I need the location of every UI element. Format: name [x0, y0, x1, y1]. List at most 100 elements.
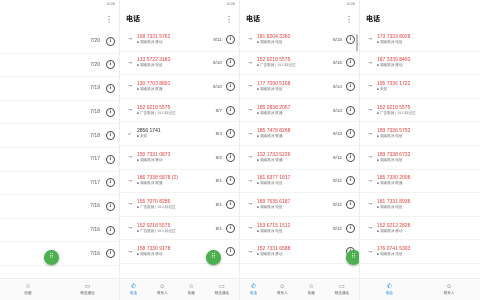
call-row[interactable]: ↝ 181 5377 1817 ■ 湖南株洲 电信 8/12 i [240, 170, 359, 194]
phone-icon: ✆ [251, 283, 257, 290]
tab-favorites[interactable]: ☆ 收藏 [188, 284, 195, 296]
info-icon[interactable]: i [226, 223, 235, 233]
info-icon[interactable]: i [346, 152, 355, 162]
dialpad-button[interactable]: ⠿ [346, 250, 359, 265]
tab-favorites[interactable]: ☆ 收藏 [24, 284, 31, 296]
call-row[interactable]: ↝ 189 7535 6187 ■ 湖南株洲 电信 8/12 i [240, 193, 359, 217]
call-row[interactable]: 7/17 i [0, 172, 119, 196]
call-row[interactable]: ↝ 152 9218 5575 ■ 广告推销 | 15人标记过 8/15 i [240, 52, 359, 76]
info-icon[interactable]: i [346, 34, 355, 44]
call-row[interactable]: 7/20 i [0, 54, 119, 78]
dialpad-button[interactable]: ⠿ [206, 250, 221, 265]
call-row[interactable]: ↝ 155 7076 8286 ■ 广告推销 | 15人标记过 8/1 i [120, 193, 239, 217]
call-row[interactable]: ↝ 176 0741 5303 ■ 湖南株洲 电信 [360, 240, 480, 264]
call-row[interactable]: ↝ 153 6715 1512 ■ 湖南株洲 电信 8/12 i [240, 217, 359, 241]
call-row[interactable]: ↝ 152 9212 2828 ■ 湖南株洲 移动 [360, 217, 480, 241]
info-icon[interactable]: i [346, 223, 355, 233]
bottom-nav: ✆ 电话 ☺ 联系人 ☆ 收藏 ▭ 畅连通话 [240, 278, 359, 300]
tab-contacts[interactable]: ☺ 联系人 [444, 284, 455, 296]
call-row[interactable]: ↝ 185 7330 2008 ■ 湖南株洲 联通 [360, 170, 480, 194]
call-list: 7/20 i 7/20 i 7/19 i 7/18 i 7/18 i 7/17 i 7/17… [0, 30, 119, 276]
info-icon[interactable]: i [346, 129, 355, 139]
info-icon[interactable]: i [106, 154, 115, 164]
tab-phone[interactable]: ✆ 电话 [130, 284, 137, 296]
missed-call-icon: ↝ [247, 154, 253, 161]
tab-video-call[interactable]: ▭ 畅连通话 [80, 284, 94, 296]
info-icon[interactable]: i [346, 81, 355, 91]
info-icon[interactable]: i [106, 249, 115, 259]
tab-phone[interactable]: ✆ 电话 [250, 284, 257, 296]
tab-contacts[interactable]: ☺ 联系人 [157, 284, 168, 296]
call-row[interactable]: ↝ 186 7338 5878 (2) ■ 湖南株洲 联通 8/1 i [120, 170, 239, 194]
info-icon[interactable]: i [226, 34, 235, 44]
info-icon[interactable]: i [226, 176, 235, 186]
dialpad-button[interactable]: ⠿ [44, 250, 59, 265]
call-date: 8/10 [213, 83, 222, 89]
more-options-icon[interactable]: ⋮ [105, 15, 113, 24]
tab-video-call[interactable]: ▭ 畅连通话 [335, 284, 349, 296]
call-row[interactable]: ↝ 181 7331 8938 ■ 湖南株洲 电信 [360, 193, 480, 217]
info-icon[interactable]: i [346, 58, 355, 68]
tab-phone[interactable]: ✆ 电话 [386, 284, 393, 296]
info-icon[interactable]: i [106, 225, 115, 235]
dialpad-icon: ⠿ [211, 254, 216, 260]
call-row[interactable]: 7/18 i [0, 101, 119, 125]
call-row[interactable]: ↝152 7331 6588■湖南株洲 移动i [240, 240, 359, 264]
sim-badge: ■ [377, 157, 379, 162]
info-icon[interactable]: i [226, 129, 235, 139]
call-row[interactable]: 7/17 i [0, 148, 119, 172]
call-row[interactable]: ↝ 152 9218 5575 ■ 广告推销 | 15人标记过 8/7 i [120, 99, 239, 123]
call-row[interactable]: 7/19 i [0, 77, 119, 101]
call-row[interactable]: 7/16 i [0, 219, 119, 243]
info-icon[interactable]: i [106, 107, 115, 117]
info-icon[interactable]: i [226, 81, 235, 91]
more-options-icon[interactable]: ⋮ [225, 15, 233, 24]
more-options-icon[interactable]: ⋮ [345, 15, 353, 24]
info-icon[interactable]: i [226, 105, 235, 115]
info-icon[interactable]: i [106, 60, 115, 70]
info-icon[interactable]: i [226, 152, 235, 162]
call-row[interactable]: ↝ 152 9218 5575 ■ 广告推销 | 15人标记过 8/1 i [120, 217, 239, 241]
call-row[interactable]: ↝ 133 5722 3183 ■ 湖南株洲 电信 8/10 i [120, 52, 239, 76]
call-row[interactable]: ↝ 185 7478 8268 ■ 湖南株洲 联通 8/13 i [240, 122, 359, 146]
info-icon[interactable]: i [106, 178, 115, 188]
info-icon[interactable]: i [106, 36, 115, 46]
info-icon[interactable]: i [346, 199, 355, 209]
call-row[interactable]: ↝ 132 1733 5226 ■ 湖南株洲 联通 8/12 i [240, 146, 359, 170]
tab-favorites[interactable]: ☆ 收藏 [308, 284, 315, 296]
missed-call-icon: ↝ [367, 177, 373, 184]
info-icon[interactable]: i [346, 176, 355, 186]
contacts-icon: ☺ [159, 283, 166, 290]
call-row[interactable]: ↙ 2856 1741 ■ 未知 8/4 i [120, 122, 239, 146]
tab-video-call[interactable]: ▭ 畅连通话 [215, 284, 229, 296]
info-icon[interactable]: i [226, 247, 235, 257]
info-icon[interactable]: i [106, 201, 115, 211]
call-row[interactable]: ↝ 189 7336 5792 ■ 湖南株洲 电信 [360, 122, 480, 146]
call-row[interactable]: ↝ 181 8204 3360 ■ 湖南株洲 电信 8/15 i [240, 28, 359, 52]
info-icon[interactable]: i [226, 199, 235, 209]
call-row[interactable]: 7/16 i [0, 195, 119, 219]
info-icon[interactable]: i [226, 58, 235, 68]
call-row[interactable]: ↝ 177 7090 5168 ■ 湖南株洲 电信 8/14 i [240, 75, 359, 99]
info-icon[interactable]: i [106, 131, 115, 141]
call-date: 7/20 [90, 61, 100, 68]
call-row[interactable]: ↝ 187 3339 8493 ■ 湖南株洲 移动 [360, 52, 480, 76]
call-row[interactable]: ↝ 189 7338 6732 ■ 湖南株洲 电信 [360, 146, 480, 170]
bottom-nav: ✆ 电话 ☺ 联系人 ☆ 收藏 ▭ 畅连通话 [120, 278, 239, 300]
info-icon[interactable]: i [106, 83, 115, 93]
call-location: 湖南株洲 联通 [379, 181, 403, 186]
call-row[interactable]: ↝ 185 2838 2057 ■ 湖南株洲 联通 8/13 i [240, 99, 359, 123]
sim-badge: ■ [257, 134, 259, 139]
call-row[interactable]: ↝ 152 9218 5575 ■ 广告推销 | 15人标记过 [360, 99, 480, 123]
tab-contacts[interactable]: ☺ 联系人 [277, 284, 288, 296]
call-row[interactable]: 7/18 i [0, 124, 119, 148]
call-row[interactable]: 7/16 i [0, 242, 119, 266]
call-row[interactable]: ↝ 158 7330 9178 ■ 湖南株洲 移动 i [120, 240, 239, 264]
call-row[interactable]: ↝ 173 7333 8028 ■ 湖南株洲 电信 [360, 28, 480, 52]
call-row[interactable]: ↝ 158 7331 5762 ■ 湖南株洲 移动 8/11 i [120, 28, 239, 52]
call-row[interactable]: ↝ 150 7331 0873 ■ 湖南株洲 移动 8/2 i [120, 146, 239, 170]
call-row[interactable]: 7/20 i [0, 30, 119, 54]
call-row[interactable]: ↝ 195 7336 1722 ■ 未知 [360, 75, 480, 99]
call-row[interactable]: ↝ 130 7703 8891 ■ 湖南株洲 联通 8/10 i [120, 75, 239, 99]
info-icon[interactable]: i [346, 105, 355, 115]
